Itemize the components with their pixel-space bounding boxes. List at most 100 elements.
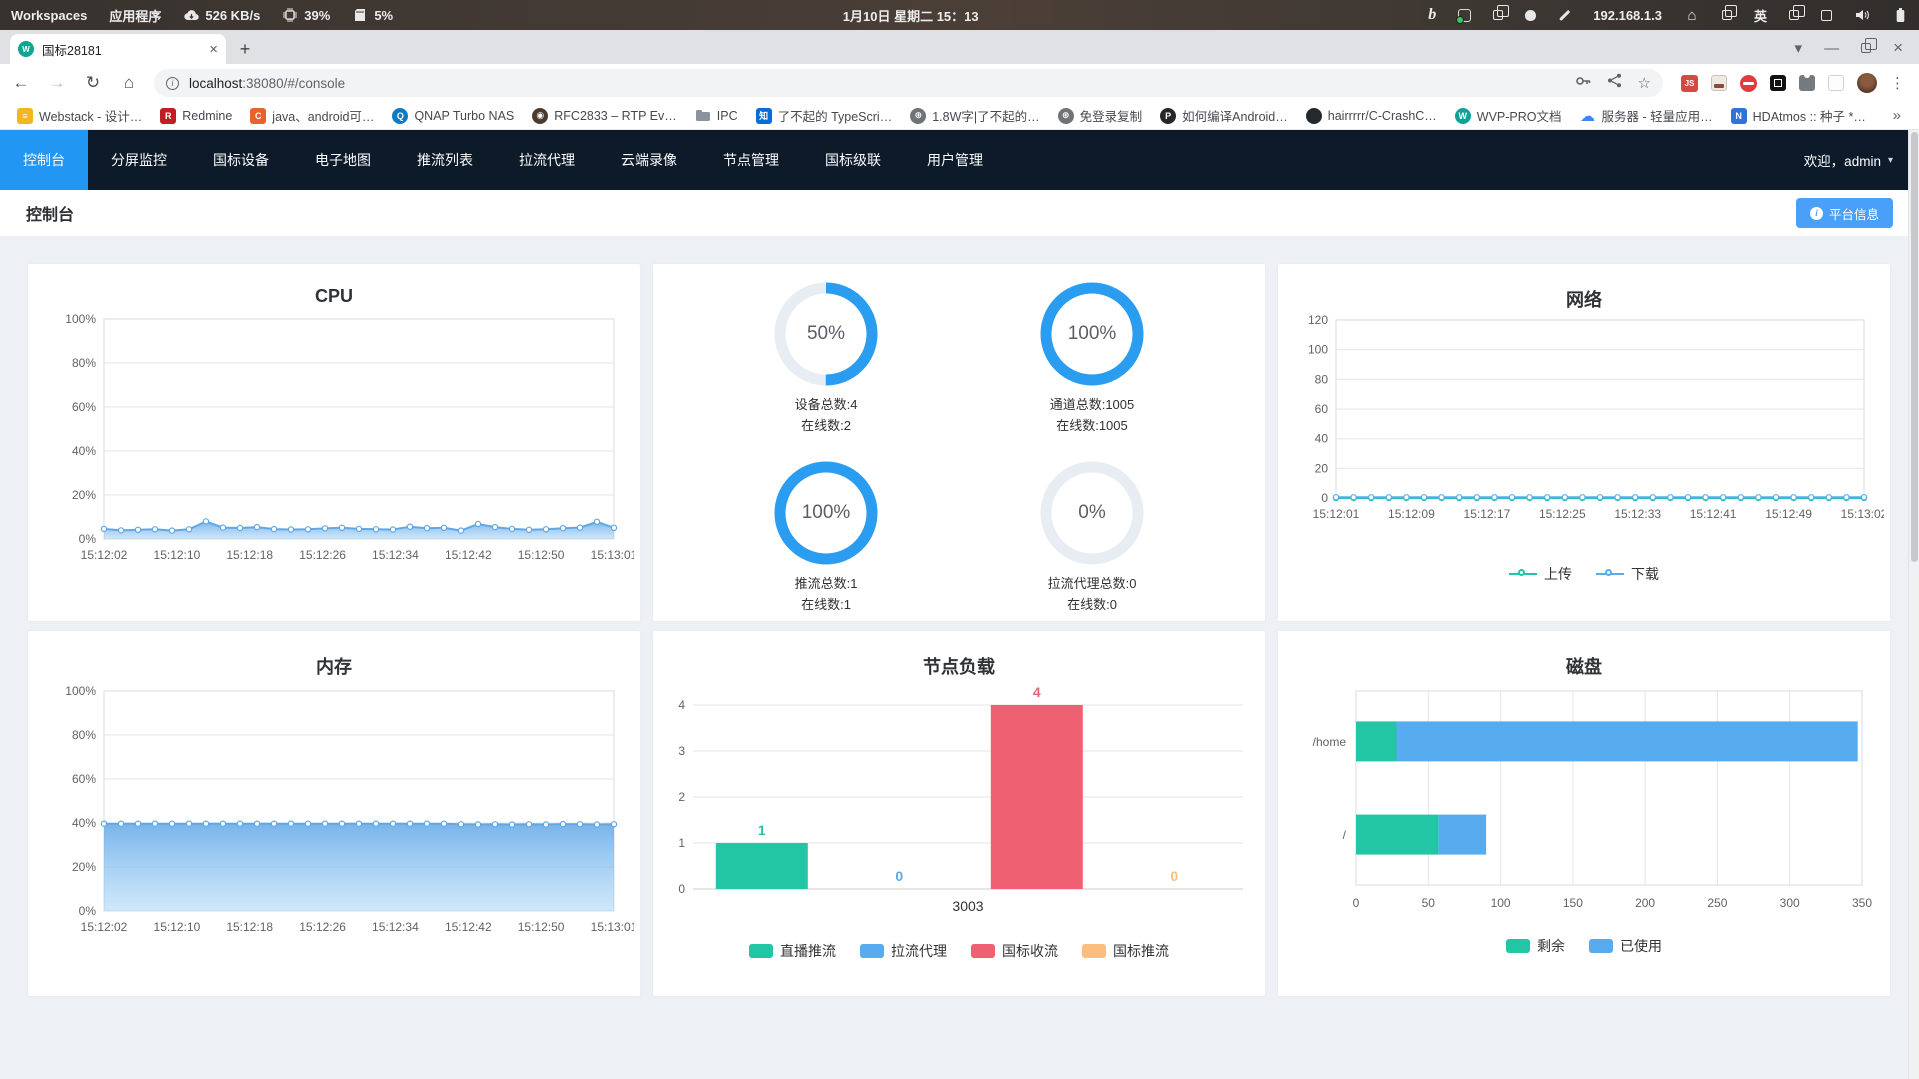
memory-usage-indicator[interactable]: 5% — [341, 7, 404, 23]
network-speed-indicator[interactable]: 526 KB/s — [172, 7, 271, 23]
adblock-extension-icon[interactable] — [1740, 74, 1757, 92]
welcome-label: 欢迎，admin — [1803, 154, 1881, 169]
new-tab-button[interactable]: + — [232, 36, 258, 62]
overlapping-windows-icon — [1721, 4, 1738, 20]
ip-address-indicator[interactable]: 192.168.1.3 — [1582, 8, 1673, 23]
browser-menu-icon[interactable]: ⋮ — [1890, 74, 1905, 92]
home-tray-icon[interactable]: ⌂ — [1673, 7, 1711, 24]
downloader-extension-icon[interactable] — [1711, 75, 1727, 91]
share-icon[interactable] — [1607, 73, 1622, 93]
tab-close-icon[interactable]: × — [209, 42, 218, 57]
gauge-ring: 100% — [1040, 282, 1144, 386]
scrollbar-thumb[interactable] — [1910, 132, 1918, 562]
phone-link-tray-icon[interactable] — [1778, 4, 1810, 20]
clipboard-tray-icon[interactable] — [1482, 4, 1514, 20]
window-minimize-button[interactable]: — — [1824, 40, 1839, 57]
user-menu[interactable]: 欢迎，admin ▾ — [1804, 130, 1919, 190]
svg-text:100%: 100% — [65, 312, 96, 326]
site-info-icon[interactable]: i — [166, 76, 179, 90]
bookmark-favicon-icon: ☁ — [1580, 107, 1596, 125]
bookmark-item[interactable]: Q QNAP Turbo NAS — [385, 105, 521, 127]
js-extension-icon[interactable]: JS — [1681, 74, 1698, 92]
tab-search-chevron-icon[interactable]: ▾ — [1795, 39, 1803, 57]
screen-tray-icon[interactable] — [1810, 9, 1843, 21]
legend-item[interactable]: 已使用 — [1589, 936, 1662, 956]
cup-tray-icon[interactable] — [1514, 9, 1547, 21]
reload-button[interactable]: ↻ — [82, 73, 104, 93]
bookmarks-overflow-chevron[interactable]: » — [1893, 107, 1909, 124]
back-button[interactable]: ← — [10, 73, 32, 93]
legend-label: 拉流代理 — [891, 943, 947, 959]
legend-item[interactable]: 下载 — [1596, 564, 1659, 584]
nav-item-3[interactable]: 国标设备 — [190, 130, 292, 190]
browser-tab[interactable]: W 国标28181 × — [10, 34, 226, 64]
legend-label: 直播推流 — [780, 943, 836, 959]
volume-tray-icon[interactable] — [1843, 7, 1881, 23]
gauge-percent: 100% — [801, 501, 851, 523]
svg-text:20: 20 — [1315, 461, 1329, 475]
nav-item-6[interactable]: 拉流代理 — [496, 130, 598, 190]
legend-item[interactable]: 上传 — [1509, 564, 1572, 584]
bookmark-label: 服务器 - 轻量应用… — [1601, 110, 1713, 124]
window-restore-button[interactable] — [1861, 37, 1877, 53]
cpu-usage-indicator[interactable]: 39% — [271, 7, 341, 23]
platform-info-button[interactable]: i 平台信息 — [1795, 198, 1893, 228]
bookmark-item[interactable]: P 如何编译Android… — [1153, 103, 1295, 128]
bookmark-item[interactable]: IPC — [688, 105, 745, 127]
svg-text:15:13:01: 15:13:01 — [591, 920, 634, 934]
bookmark-item[interactable]: 知了不起的 TypeScri… — [749, 103, 900, 128]
nav-item-9[interactable]: 国标级联 — [802, 130, 904, 190]
bookmark-label: 了不起的 TypeScri… — [777, 110, 893, 124]
legend-item[interactable]: 国标收流 — [971, 941, 1058, 961]
bing-tray-icon[interactable]: b — [1417, 6, 1447, 24]
legend-item[interactable]: 剩余 — [1506, 936, 1565, 956]
nav-item-10[interactable]: 用户管理 — [904, 130, 1006, 190]
battery-tray-icon[interactable] — [1881, 7, 1919, 23]
bookmark-item[interactable]: R Redmine — [153, 105, 239, 127]
gauge-total: 通道总数:1005 — [1049, 397, 1135, 412]
pen-tray-icon[interactable] — [1547, 9, 1582, 21]
legend-label: 国标推流 — [1113, 943, 1169, 959]
window-close-button[interactable]: × — [1893, 38, 1903, 58]
extensions-puzzle-icon[interactable] — [1799, 72, 1815, 91]
nav-item-2[interactable]: 分屏监控 — [88, 130, 190, 190]
nav-item-5[interactable]: 推流列表 — [394, 130, 496, 190]
bookmark-item[interactable]: W WVP-PRO文档 — [1448, 103, 1569, 128]
memory-card: 内存 0% 20% 40% 60% 80% 100% 15:12:02 15:12:10 15:… — [28, 631, 640, 996]
workspaces-button[interactable]: Workspaces — [0, 8, 98, 23]
bookmark-item[interactable]: ⊕ 1.8W字|了不起的… — [903, 103, 1046, 128]
nav-item-7[interactable]: 云端录像 — [598, 130, 700, 190]
app-status-tray-icon[interactable] — [1447, 8, 1482, 24]
windows-tray-icon[interactable] — [1711, 4, 1743, 20]
nav-item-4[interactable]: 电子地图 — [292, 130, 394, 190]
bookmark-item[interactable]: N HDAtmos :: 种子 *… — [1724, 103, 1873, 128]
password-key-icon[interactable] — [1575, 73, 1591, 94]
legend-item[interactable]: 拉流代理 — [860, 941, 947, 961]
bookmark-item[interactable]: hairrrrr/C-CrashC… — [1299, 105, 1444, 127]
legend-item[interactable]: 国标推流 — [1082, 941, 1169, 961]
bookmark-item[interactable]: ☁ 服务器 - 轻量应用… — [1573, 103, 1720, 128]
nav-item-8[interactable]: 节点管理 — [700, 130, 802, 190]
svg-text:15:12:50: 15:12:50 — [518, 920, 565, 934]
legend-item[interactable]: 直播推流 — [749, 941, 836, 961]
battery-icon — [1892, 7, 1908, 23]
browser-home-button[interactable]: ⌂ — [118, 73, 140, 93]
nav-item-1[interactable]: 控制台 — [0, 130, 88, 190]
bookmark-item[interactable]: ⊕ 免登录复制 — [1051, 103, 1150, 128]
address-bar[interactable]: i localhost:38080/#/console ☆ — [154, 69, 1663, 97]
ime-indicator[interactable]: 英 — [1743, 6, 1778, 25]
screenshot-extension-icon[interactable] — [1770, 75, 1786, 91]
bookmark-item[interactable]: ≡ Webstack - 设计… — [10, 103, 149, 128]
clock-button[interactable]: 1月10日 星期二 15：13 — [404, 6, 1417, 25]
network-speed-value: 526 KB/s — [205, 7, 261, 23]
gauge-ring: 50% — [774, 282, 878, 386]
bookmark-item[interactable]: Cjava、android可… — [243, 103, 381, 128]
forward-button[interactable]: → — [46, 73, 68, 93]
white-extension-icon[interactable] — [1828, 75, 1844, 91]
page-scrollbar[interactable] — [1908, 130, 1919, 1079]
bookmark-item[interactable]: ◉ RFC2833 – RTP Ev… — [525, 105, 684, 127]
applications-button[interactable]: 应用程序 — [98, 6, 172, 25]
bookmark-favicon-icon — [1305, 107, 1322, 124]
bookmark-star-icon[interactable]: ☆ — [1638, 74, 1651, 92]
profile-avatar[interactable] — [1857, 73, 1877, 93]
